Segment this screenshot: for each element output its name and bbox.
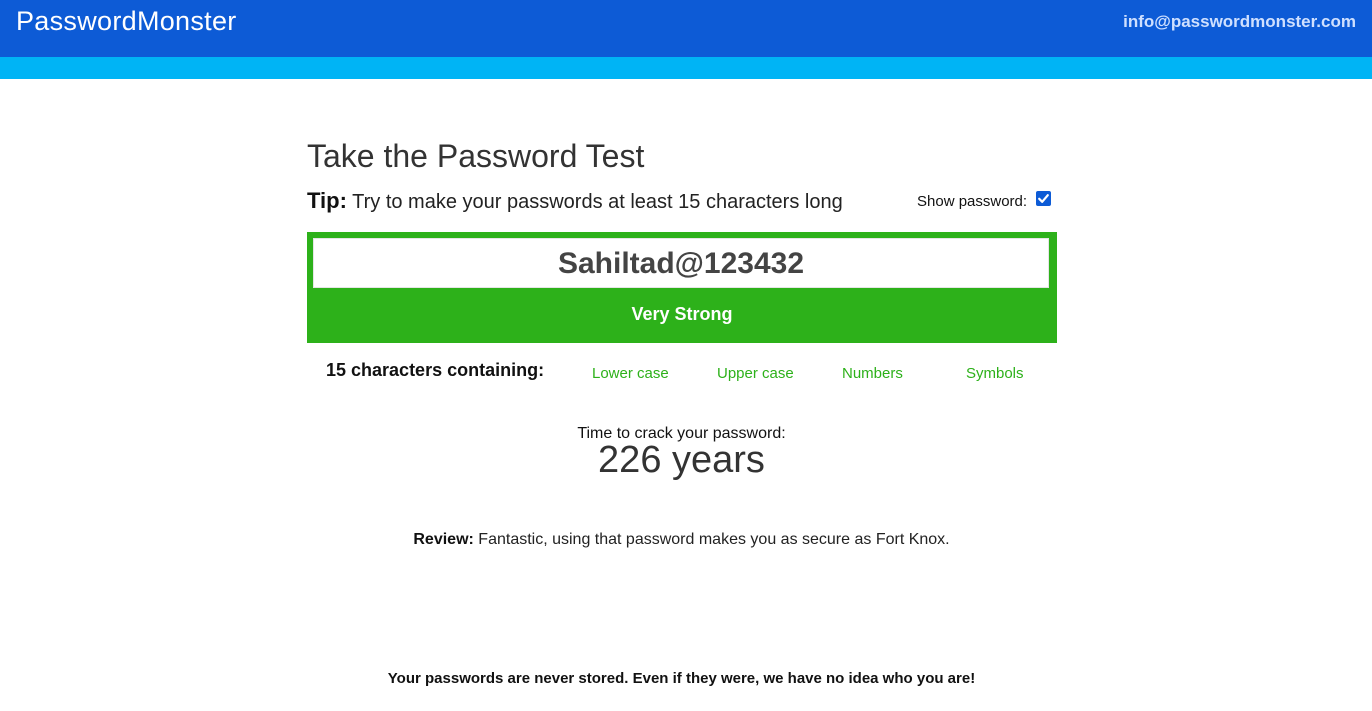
tip-label: Tip:: [307, 188, 347, 213]
contact-email-link[interactable]: info@passwordmonster.com: [1123, 12, 1356, 32]
tip-text: Tip: Try to make your passwords at least…: [307, 188, 843, 214]
password-input[interactable]: Sahiltad@123432: [313, 238, 1049, 288]
characters-summary: 15 characters containing:: [326, 360, 545, 380]
char-type-lower-case: Lower case: [592, 365, 669, 382]
char-type-numbers: Numbers: [842, 365, 903, 382]
page-title: Take the Password Test: [307, 138, 645, 174]
crack-time-value: 226 years: [598, 439, 765, 481]
char-type-upper-case: Upper case: [717, 365, 794, 382]
brand-logo-link[interactable]: PasswordMonster: [16, 6, 237, 37]
tip-message: Try to make your passwords at least 15 c…: [352, 191, 843, 213]
char-type-symbols: Symbols: [966, 365, 1024, 382]
review-text: Review: Fantastic, using that password m…: [0, 531, 1363, 549]
privacy-note: Your passwords are never stored. Even if…: [387, 670, 976, 687]
checkmark-icon: [1038, 194, 1049, 203]
show-password-checkbox[interactable]: [1036, 191, 1051, 206]
top-header: PasswordMonster info@passwordmonster.com: [0, 0, 1372, 57]
strength-label: Very Strong: [631, 304, 733, 324]
accent-bar: [0, 57, 1372, 79]
password-strength-meter: Sahiltad@123432 Very Strong: [307, 232, 1057, 343]
review-message: Fantastic, using that password makes you…: [478, 531, 950, 548]
show-password-label: Show password:: [917, 193, 1028, 210]
review-label: Review:: [413, 531, 474, 548]
